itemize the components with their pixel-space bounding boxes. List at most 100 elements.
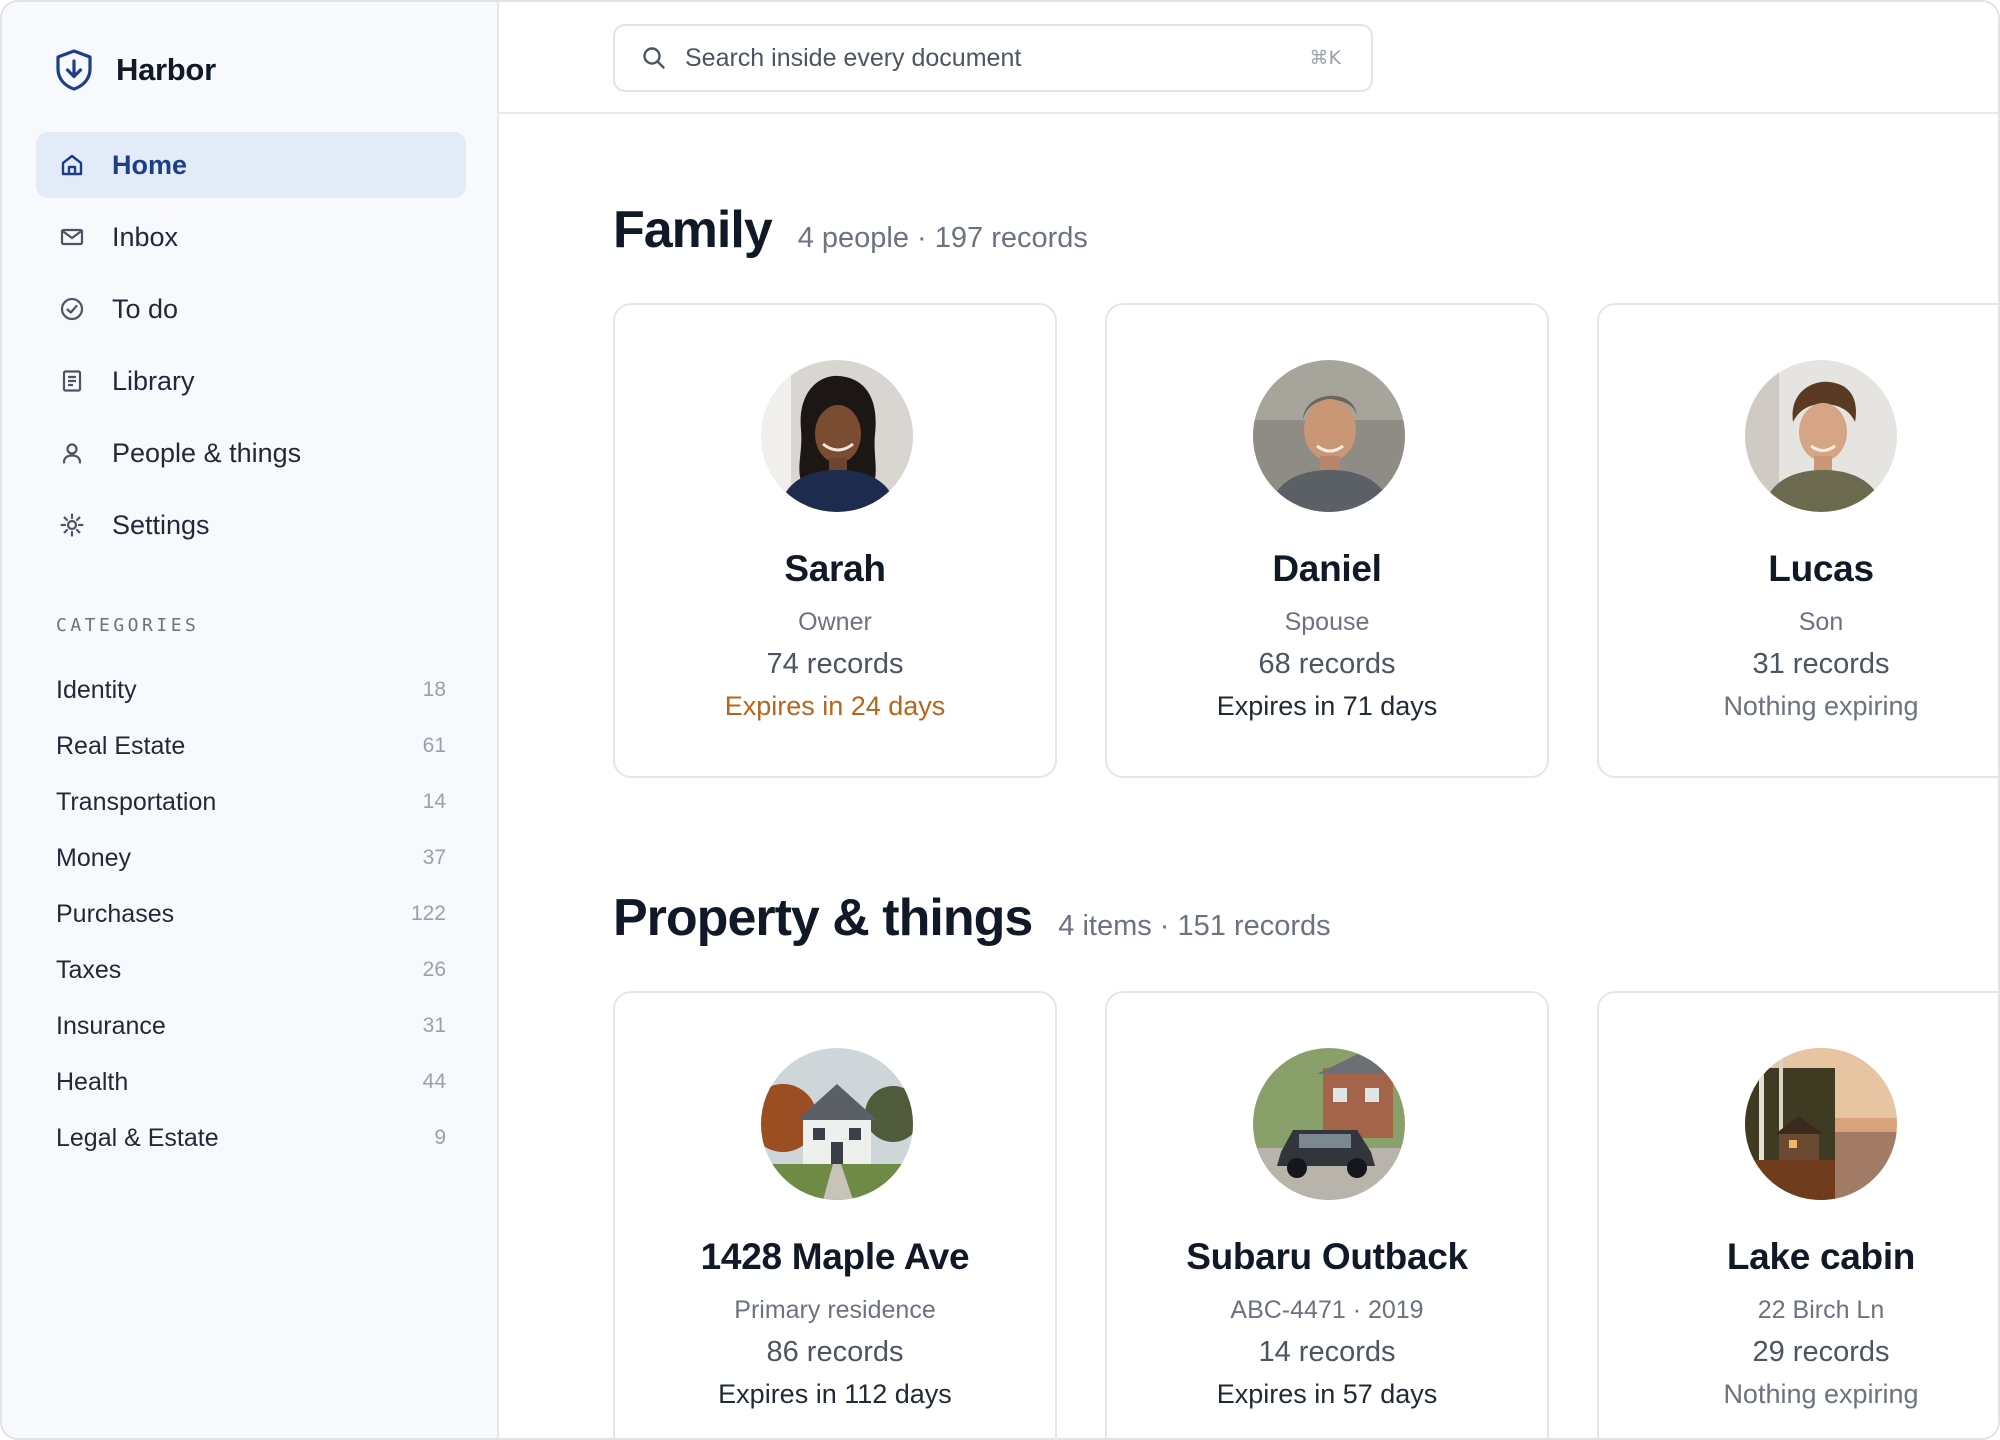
item-card-lake-cabin[interactable]: Lake cabin 22 Birch Ln 29 records Nothin… xyxy=(1597,991,1998,1438)
category-label: Purchases xyxy=(56,899,175,928)
cabin-photo-icon xyxy=(1745,1048,1897,1200)
card-name: Lake cabin xyxy=(1726,1236,1916,1277)
category-label: Identity xyxy=(56,675,137,704)
category-count: 26 xyxy=(422,958,446,981)
category-taxes[interactable]: Taxes 26 xyxy=(56,942,446,998)
nav-label-settings: Settings xyxy=(112,509,210,540)
card-expiry: Nothing expiring xyxy=(1723,691,1919,721)
category-label: Real Estate xyxy=(56,731,186,760)
avatar xyxy=(1745,1048,1897,1200)
card-subtitle: Primary residence xyxy=(734,1296,936,1324)
nav-item-inbox[interactable]: Inbox xyxy=(36,204,466,270)
person-photo-icon xyxy=(1745,360,1897,512)
category-label: Money xyxy=(56,843,132,872)
nav-item-home[interactable]: Home xyxy=(36,132,466,198)
nav-item-todo[interactable]: To do xyxy=(36,276,466,342)
app-window: Harbor Home Inbox To do Library People & xyxy=(0,0,2000,1440)
avatar xyxy=(1253,1048,1405,1200)
avatar xyxy=(1745,360,1897,512)
item-card-subaru-outback[interactable]: Subaru Outback ABC-4471 · 2019 14 record… xyxy=(1105,991,1549,1438)
card-records: 14 records xyxy=(1258,1336,1396,1368)
topbar: ⌘K xyxy=(499,2,1998,114)
category-transportation[interactable]: Transportation 14 xyxy=(56,774,446,830)
mail-icon xyxy=(60,228,84,246)
card-expiry: Nothing expiring xyxy=(1723,1379,1919,1409)
person-photo-icon xyxy=(1253,360,1405,512)
gear-icon xyxy=(60,513,84,537)
categories-heading: CATEGORIES xyxy=(56,615,200,636)
card-expiry: Expires in 71 days xyxy=(1216,691,1438,721)
family-title: Family xyxy=(613,201,773,259)
brand[interactable]: Harbor xyxy=(54,48,216,92)
category-count: 18 xyxy=(422,678,446,701)
category-count: 61 xyxy=(422,734,446,757)
nav-item-people-things[interactable]: People & things xyxy=(36,420,466,486)
card-name: Daniel xyxy=(1272,548,1382,589)
category-label: Taxes xyxy=(56,955,122,984)
property-meta: 4 items · 151 records xyxy=(1058,910,1331,942)
card-records: 29 records xyxy=(1752,1336,1890,1368)
category-insurance[interactable]: Insurance 31 xyxy=(56,998,446,1054)
property-section-header: Property & things 4 items · 151 records xyxy=(613,888,1331,948)
search-icon xyxy=(643,47,665,69)
avatar xyxy=(761,360,913,512)
card-name: Lucas xyxy=(1768,548,1874,589)
category-label: Health xyxy=(56,1067,129,1096)
nav-item-settings[interactable]: Settings xyxy=(36,492,466,558)
app-name: Harbor xyxy=(116,52,216,87)
check-circle-icon xyxy=(60,297,84,321)
category-health[interactable]: Health 44 xyxy=(56,1054,446,1110)
shield-icon xyxy=(56,49,92,91)
user-icon xyxy=(62,443,82,464)
search-shortcut: ⌘K xyxy=(1309,47,1341,69)
card-subtitle: Owner xyxy=(798,608,872,636)
category-count: 44 xyxy=(422,1070,446,1093)
card-subtitle: 22 Birch Ln xyxy=(1757,1296,1885,1324)
category-count: 14 xyxy=(422,790,446,813)
category-count: 37 xyxy=(422,846,446,869)
property-title: Property & things xyxy=(613,889,1033,947)
card-name: Subaru Outback xyxy=(1186,1236,1468,1277)
category-label: Legal & Estate xyxy=(56,1123,219,1152)
nav-label-home: Home xyxy=(112,149,188,180)
category-label: Insurance xyxy=(56,1011,166,1040)
document-icon xyxy=(62,370,82,392)
card-records: 31 records xyxy=(1752,648,1890,680)
person-card-sarah[interactable]: Sarah Owner 74 records Expires in 24 day… xyxy=(613,303,1057,778)
card-subtitle: Son xyxy=(1798,608,1844,636)
card-records: 86 records xyxy=(766,1336,904,1368)
card-subtitle: Spouse xyxy=(1284,608,1370,636)
category-purchases[interactable]: Purchases 122 xyxy=(56,886,446,942)
nav-label-people-things: People & things xyxy=(112,437,302,468)
categories-list: Identity 18 Real Estate 61 Transportation 1… xyxy=(56,662,446,1166)
car-photo-icon xyxy=(1253,1048,1405,1200)
person-card-lucas[interactable]: Lucas Son 31 records Nothing expiring xyxy=(1597,303,1998,778)
nav-item-library[interactable]: Library xyxy=(36,348,466,414)
category-legal-estate[interactable]: Legal & Estate 9 xyxy=(56,1110,446,1166)
search-input[interactable] xyxy=(685,43,1310,73)
category-count: 122 xyxy=(410,902,446,925)
family-section-header: Family 4 people · 197 records xyxy=(613,200,1088,260)
nav-label-todo: To do xyxy=(112,293,179,324)
card-expiry: Expires in 57 days xyxy=(1216,1379,1438,1409)
category-label: Transportation xyxy=(56,787,217,816)
category-identity[interactable]: Identity 18 xyxy=(56,662,446,718)
search-box[interactable]: ⌘K xyxy=(613,24,1373,92)
card-records: 74 records xyxy=(766,648,904,680)
family-meta: 4 people · 197 records xyxy=(797,222,1088,254)
nav-label-library: Library xyxy=(112,365,195,396)
avatar xyxy=(761,1048,913,1200)
category-real-estate[interactable]: Real Estate 61 xyxy=(56,718,446,774)
card-records: 68 records xyxy=(1258,648,1396,680)
sidebar: Harbor Home Inbox To do Library People & xyxy=(2,2,499,1438)
category-count: 31 xyxy=(422,1014,446,1037)
card-name: 1428 Maple Ave xyxy=(700,1236,970,1277)
person-card-daniel[interactable]: Daniel Spouse 68 records Expires in 71 d… xyxy=(1105,303,1549,778)
item-card-maple-ave[interactable]: 1428 Maple Ave Primary residence 86 reco… xyxy=(613,991,1057,1438)
card-subtitle: ABC-4471 · 2019 xyxy=(1230,1296,1424,1324)
avatar xyxy=(1253,360,1405,512)
category-count: 9 xyxy=(434,1126,446,1149)
main-nav: Home Inbox To do Library People & things… xyxy=(36,132,466,564)
category-money[interactable]: Money 37 xyxy=(56,830,446,886)
house-photo-icon xyxy=(761,1048,913,1200)
